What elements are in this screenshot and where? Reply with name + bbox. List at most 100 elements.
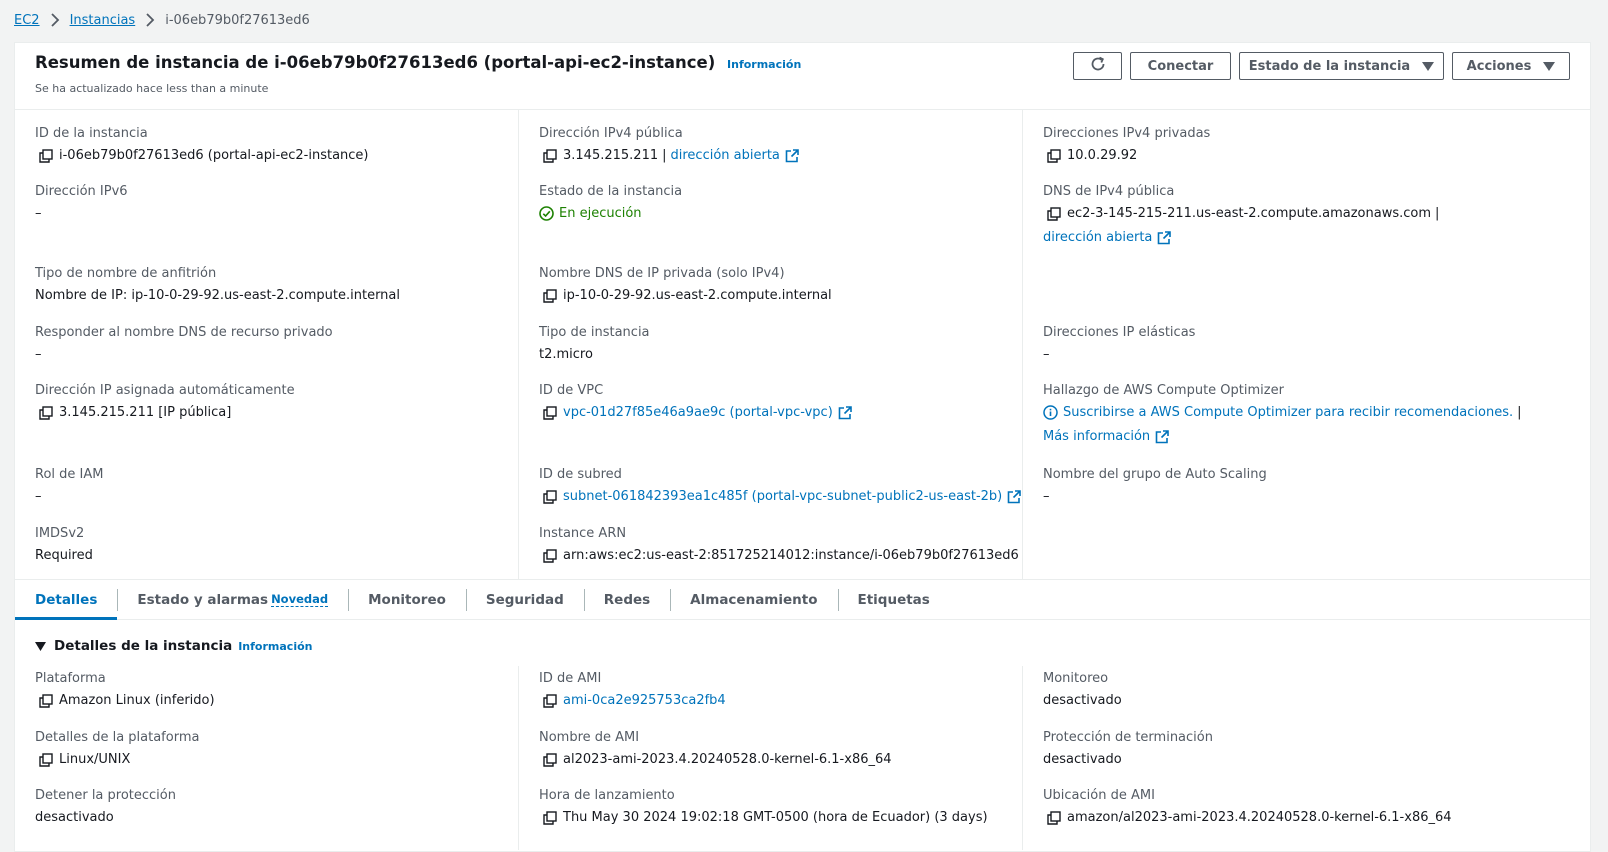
tab-storage[interactable]: Almacenamiento: [670, 580, 837, 619]
copy-icon[interactable]: [543, 810, 557, 825]
field-instance-id: ID de la instancia i-06eb79b0f27613ed6 (…: [35, 125, 498, 164]
field-imdsv2: IMDSv2 Required: [35, 525, 498, 564]
field-value: –: [35, 206, 42, 221]
open-address-link[interactable]: dirección abierta: [1043, 229, 1152, 246]
field-value: –: [35, 489, 42, 504]
refresh-button[interactable]: [1073, 52, 1122, 80]
field-subnet-id: ID de subred subnet-061842393ea1c485f (p…: [539, 466, 1022, 505]
field-value: desactivado: [35, 810, 114, 825]
separator: |: [1517, 405, 1522, 420]
field-label: Protección de terminación: [1043, 730, 1213, 745]
copy-icon[interactable]: [39, 405, 53, 420]
status-badge: En ejecución: [539, 205, 642, 222]
public-dns-value: ec2-3-145-215-211.us-east-2.compute.amaz…: [1067, 206, 1432, 221]
field-respond-dns: Responder al nombre DNS de recurso priva…: [35, 324, 498, 363]
copy-icon[interactable]: [543, 288, 557, 303]
field-label: DNS de IPv4 pública: [1043, 184, 1175, 199]
platform-value: Amazon Linux (inferido): [59, 693, 215, 708]
tab-status-alarms[interactable]: Estado y alarmas Novedad: [117, 580, 348, 619]
info-link[interactable]: Información: [727, 58, 801, 71]
private-ipv4-value: 10.0.29.92: [1067, 148, 1138, 163]
field-platform: Plataforma Amazon Linux (inferido): [35, 670, 498, 709]
summary-grid: ID de la instancia i-06eb79b0f27613ed6 (…: [15, 110, 1590, 580]
copy-icon[interactable]: [543, 148, 557, 163]
section-title-text: Detalles de la instancia: [54, 638, 233, 654]
field-asg-name: Nombre del grupo de Auto Scaling –: [1043, 466, 1572, 505]
field-label: ID de la instancia: [35, 126, 148, 141]
external-link-icon[interactable]: [838, 405, 852, 420]
field-value: amazon/al2023-ami-2023.4.20240528.0-kern…: [1043, 809, 1572, 826]
copy-icon[interactable]: [543, 752, 557, 767]
field-private-dns: Nombre DNS de IP privada (solo IPv4) ip-…: [539, 265, 1002, 304]
breadcrumb-ec2[interactable]: EC2: [14, 13, 40, 28]
caret-down-icon: [1543, 61, 1556, 71]
field-ami-location: Ubicación de AMI amazon/al2023-ami-2023.…: [1043, 787, 1572, 826]
field-label: ID de subred: [539, 467, 622, 482]
tab-security[interactable]: Seguridad: [465, 580, 584, 619]
tab-tags[interactable]: Etiquetas: [837, 580, 950, 619]
actions-dropdown[interactable]: Acciones: [1452, 52, 1570, 80]
field-value: En ejecución: [539, 205, 1002, 222]
field-value: –: [35, 347, 42, 362]
instance-state-label: Estado de la instancia: [1248, 58, 1411, 74]
breadcrumb: EC2 Instancias i-06eb79b0f27613ed6: [14, 10, 310, 30]
field-label: Instance ARN: [539, 526, 627, 541]
summary-column-2: Dirección IPv4 pública 3.145.215.211 | d…: [519, 110, 1023, 579]
tab-details[interactable]: Detalles: [15, 580, 118, 620]
optimizer-subscribe-link[interactable]: Suscribirse a AWS Compute Optimizer para…: [1063, 404, 1513, 421]
last-updated-text: Se ha actualizado hace less than a minut…: [35, 82, 269, 95]
field-instance-type: Tipo de instancia t2.micro: [539, 324, 1002, 363]
field-value: Amazon Linux (inferido): [35, 692, 498, 709]
copy-icon[interactable]: [543, 548, 557, 563]
subnet-link[interactable]: subnet-061842393ea1c485f (portal-vpc-sub…: [563, 488, 1002, 505]
copy-icon[interactable]: [1047, 206, 1061, 221]
field-label: Rol de IAM: [35, 467, 104, 482]
external-link-icon[interactable]: [1007, 489, 1022, 504]
external-link-icon[interactable]: [785, 148, 799, 163]
header-actions: Conectar Estado de la instancia Acciones: [1073, 52, 1570, 80]
copy-icon[interactable]: [543, 693, 557, 708]
external-link-icon[interactable]: [1157, 230, 1172, 245]
copy-icon[interactable]: [1047, 810, 1061, 825]
field-value: Nombre de IP: ip-10-0-29-92.us-east-2.co…: [35, 288, 401, 303]
field-label: Detener la protección: [35, 788, 176, 803]
connect-button[interactable]: Conectar: [1130, 52, 1231, 80]
instance-id-value: i-06eb79b0f27613ed6 (portal-api-ec2-inst…: [59, 148, 369, 163]
external-link-icon[interactable]: [1155, 429, 1169, 444]
instance-state-value: En ejecución: [559, 206, 642, 221]
field-label: ID de AMI: [539, 671, 602, 686]
field-label: Nombre de AMI: [539, 730, 640, 745]
copy-icon[interactable]: [39, 148, 53, 163]
refresh-icon: [1089, 55, 1107, 77]
field-label: Tipo de instancia: [539, 325, 650, 340]
details-column-2: ID de AMI ami-0ca2e925753ca2fb4 Nombre d…: [519, 666, 1023, 850]
tab-networking[interactable]: Redes: [583, 580, 670, 619]
info-link[interactable]: Información: [238, 640, 312, 653]
open-address-link[interactable]: dirección abierta: [671, 147, 780, 164]
page-title-text: Resumen de instancia de i-06eb79b0f27613…: [35, 53, 716, 72]
breadcrumb-instances[interactable]: Instancias: [70, 13, 136, 28]
chevron-right-icon: [145, 13, 155, 27]
field-ami-name: Nombre de AMI al2023-ami-2023.4.20240528…: [539, 729, 1002, 768]
ami-id-link[interactable]: ami-0ca2e925753ca2fb4: [563, 692, 726, 709]
field-label: Estado de la instancia: [539, 184, 683, 199]
field-label: Direcciones IPv4 privadas: [1043, 126, 1211, 141]
instance-state-dropdown[interactable]: Estado de la instancia: [1239, 52, 1444, 80]
section-title[interactable]: Detalles de la instancia Información: [35, 638, 312, 654]
caret-down-icon: [1422, 61, 1435, 71]
field-instance-state: Estado de la instancia En ejecución: [539, 183, 1002, 222]
field-label: Monitoreo: [1043, 671, 1109, 686]
more-info-link[interactable]: Más información: [1043, 428, 1150, 445]
copy-icon[interactable]: [39, 693, 53, 708]
field-elastic-ip: Direcciones IP elásticas –: [1043, 324, 1572, 363]
field-termination-protection: Protección de terminación desactivado: [1043, 729, 1572, 768]
copy-icon[interactable]: [543, 405, 557, 420]
copy-icon[interactable]: [39, 752, 53, 767]
check-circle-icon: [539, 206, 554, 221]
field-value: desactivado: [1043, 752, 1122, 767]
copy-icon[interactable]: [543, 489, 557, 504]
tab-monitoring[interactable]: Monitoreo: [348, 580, 466, 619]
new-badge: Novedad: [271, 591, 329, 607]
copy-icon[interactable]: [1047, 148, 1061, 163]
vpc-link[interactable]: vpc-01d27f85e46a9ae9c (portal-vpc-vpc): [563, 404, 833, 421]
